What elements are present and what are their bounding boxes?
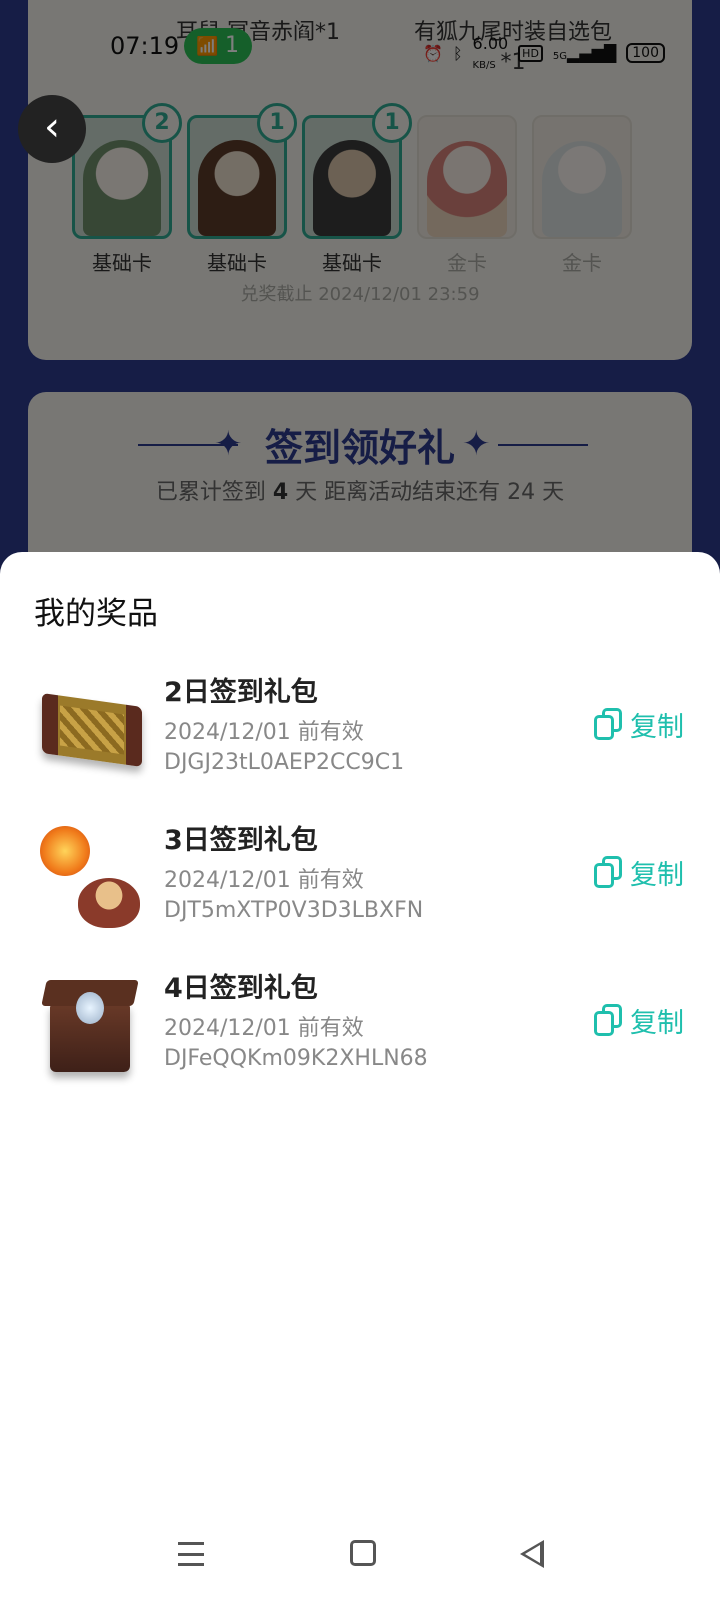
prize-code: DJFeQQKm09K2XHLN68 (164, 1046, 428, 1071)
copy-icon (594, 856, 622, 888)
copy-icon (594, 708, 622, 740)
prize-item: 2日签到礼包 2024/12/01 前有效 DJGJ23tL0AEP2CC9C1… (0, 670, 720, 800)
prize-expiry: 2024/12/01 前有效 (164, 720, 364, 745)
copy-icon (594, 1004, 622, 1036)
gift-basket-icon (36, 826, 146, 936)
sheet-title: 我的奖品 (34, 596, 158, 632)
copy-button[interactable]: 复制 (594, 852, 684, 892)
copy-label: 复制 (630, 859, 684, 891)
prize-code: DJGJ23tL0AEP2CC9C1 (164, 750, 405, 775)
copy-label: 复制 (630, 1007, 684, 1039)
prize-name: 4日签到礼包 (164, 973, 318, 1004)
prize-item: 4日签到礼包 2024/12/01 前有效 DJFeQQKm09K2XHLN68… (0, 966, 720, 1096)
my-prizes-sheet: 我的奖品 2日签到礼包 2024/12/01 前有效 DJGJ23tL0AEP2… (0, 552, 720, 1600)
home-icon[interactable] (350, 1540, 376, 1566)
back-button[interactable]: ‹ (18, 95, 86, 163)
copy-button[interactable]: 复制 (594, 704, 684, 744)
chevron-left-icon: ‹ (44, 104, 60, 150)
treasure-chest-icon (36, 974, 146, 1084)
navigation-bar (0, 1520, 720, 1600)
menu-icon[interactable] (178, 1542, 204, 1566)
back-triangle-icon[interactable] (520, 1540, 544, 1568)
prize-expiry: 2024/12/01 前有效 (164, 1016, 364, 1041)
prize-expiry: 2024/12/01 前有效 (164, 868, 364, 893)
copy-button[interactable]: 复制 (594, 1000, 684, 1040)
gift-chest-icon (36, 678, 146, 788)
prize-name: 3日签到礼包 (164, 825, 318, 856)
prize-code: DJT5mXTP0V3D3LBXFN (164, 898, 424, 923)
prize-name: 2日签到礼包 (164, 677, 318, 708)
copy-label: 复制 (630, 711, 684, 743)
prize-item: 3日签到礼包 2024/12/01 前有效 DJT5mXTP0V3D3LBXFN… (0, 818, 720, 948)
